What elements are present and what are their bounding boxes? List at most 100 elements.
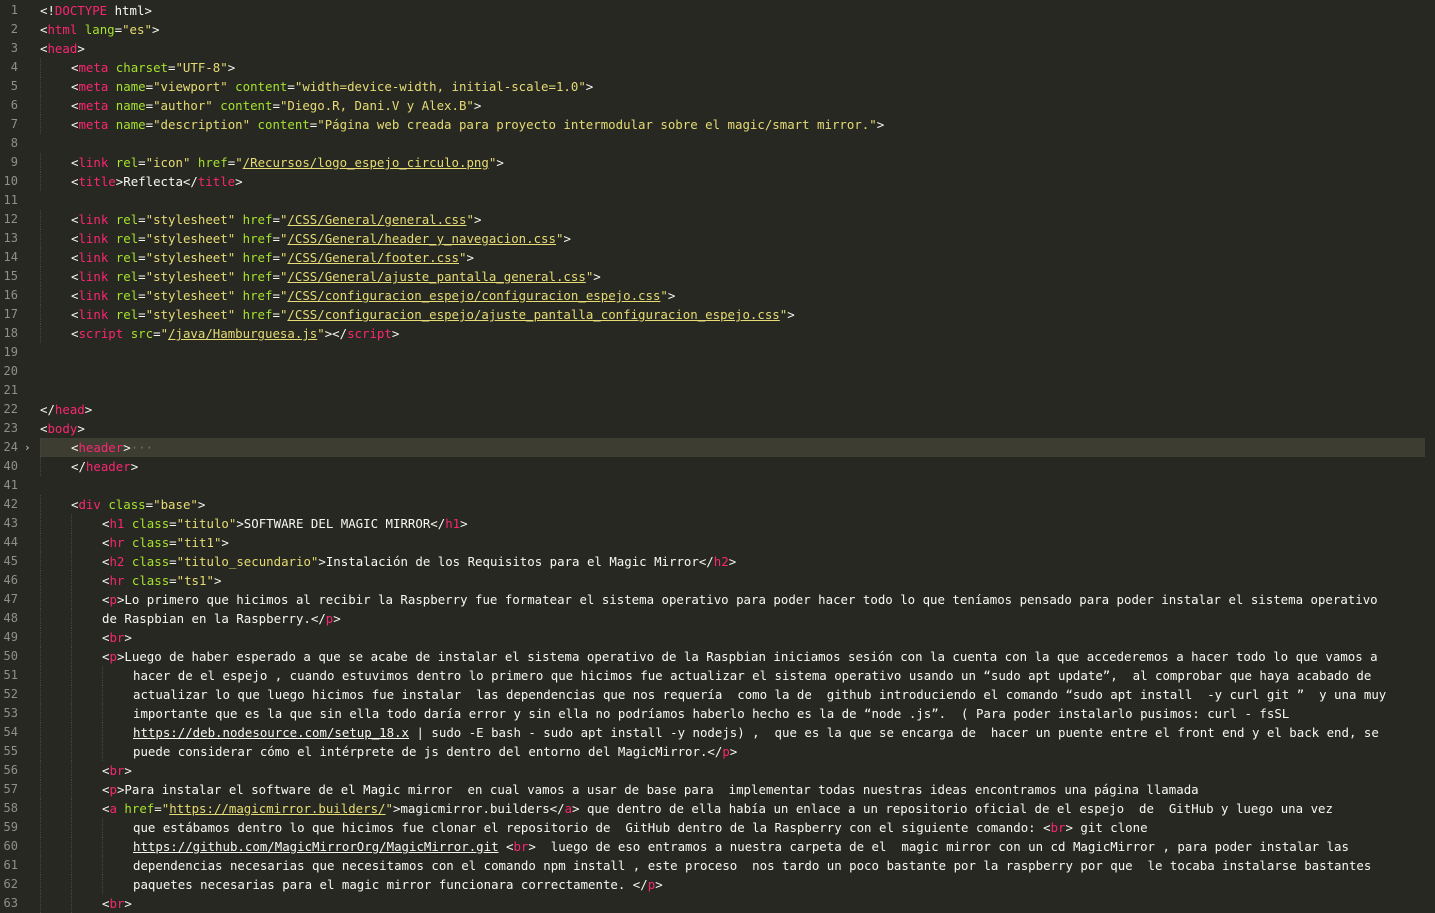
code-content[interactable]: <hr class="ts1">	[40, 571, 1425, 590]
code-content[interactable]: <title>Reflecta</title>	[40, 172, 1425, 191]
code-content[interactable]: <h2 class="titulo_secundario">Instalació…	[40, 552, 1425, 571]
code-line[interactable]: 57 <p>Para instalar el software de el Mag…	[0, 780, 1435, 799]
code-content[interactable]: puede considerar cómo el intérprete de j…	[40, 742, 1425, 761]
token-url[interactable]: /CSS/configuracion_espejo/configuracion_…	[287, 288, 660, 303]
code-line[interactable]: 23 <body>	[0, 419, 1435, 438]
code-content[interactable]: <p>Para instalar el software de el Magic…	[40, 780, 1425, 799]
code-content[interactable]: <br>	[40, 761, 1425, 780]
code-content[interactable]: https://deb.nodesource.com/setup_18.x | …	[40, 723, 1425, 742]
code-line[interactable]: 10 <title>Reflecta</title>	[0, 172, 1435, 191]
code-content[interactable]: <link rel="stylesheet" href="/CSS/Genera…	[40, 267, 1425, 286]
code-line[interactable]: 22 </head>	[0, 400, 1435, 419]
code-content[interactable]: de Raspbian en la Raspberry.</p>	[40, 609, 1425, 628]
code-line[interactable]: 41	[0, 476, 1435, 495]
code-line[interactable]: 40 </header>	[0, 457, 1435, 476]
code-content[interactable]: <link rel="stylesheet" href="/CSS/Genera…	[40, 210, 1425, 229]
code-content[interactable]	[40, 381, 1425, 400]
code-content[interactable]: <!DOCTYPE html>	[40, 1, 1425, 20]
code-line[interactable]: 5 <meta name="viewport" content="width=de…	[0, 77, 1435, 96]
code-content[interactable]: <meta charset="UTF-8">	[40, 58, 1425, 77]
token-url[interactable]: /Recursos/logo_espejo_circulo.png	[243, 155, 489, 170]
code-content[interactable]: https://github.com/MagicMirrorOrg/MagicM…	[40, 837, 1425, 856]
code-content[interactable]: <meta name="author" content="Diego.R, Da…	[40, 96, 1425, 115]
code-content[interactable]: que estábamos dentro lo que hicimos fue …	[40, 818, 1425, 837]
code-line[interactable]: 50 <p>Luego de haber esperado a que se ac…	[0, 647, 1435, 666]
token-ulink[interactable]: https://github.com/MagicMirrorOrg/MagicM…	[133, 839, 499, 854]
code-line[interactable]: 11	[0, 191, 1435, 210]
code-line[interactable]: 58 <a href="https://magicmirror.builders/…	[0, 799, 1435, 818]
token-url[interactable]: https://magicmirror.builders/	[169, 801, 385, 816]
code-content[interactable]: <hr class="tit1">	[40, 533, 1425, 552]
code-content[interactable]: <link rel="icon" href="/Recursos/logo_es…	[40, 153, 1425, 172]
code-line[interactable]: 62 paquetes necesarias para el magic mirr…	[0, 875, 1435, 894]
code-content[interactable]: <br>	[40, 628, 1425, 647]
code-content[interactable]: importante que es la que sin ella todo d…	[40, 704, 1425, 723]
code-line[interactable]: 12 <link rel="stylesheet" href="/CSS/Gene…	[0, 210, 1435, 229]
code-content[interactable]: <link rel="stylesheet" href="/CSS/Genera…	[40, 248, 1425, 267]
code-line[interactable]: 18 <script src="/java/Hamburguesa.js"></s…	[0, 324, 1435, 343]
code-line[interactable]: 17 <link rel="stylesheet" href="/CSS/conf…	[0, 305, 1435, 324]
token-url[interactable]: /CSS/General/footer.css	[287, 250, 459, 265]
code-content[interactable]: <header>···	[40, 438, 1425, 457]
token-url[interactable]: /CSS/configuracion_espejo/ajuste_pantall…	[287, 307, 779, 322]
token-url[interactable]: /CSS/General/header_y_navegacion.css	[287, 231, 556, 246]
fold-chevron-icon[interactable]: ›	[24, 438, 36, 457]
code-content[interactable]: paquetes necesarias para el magic mirror…	[40, 875, 1425, 894]
code-editor[interactable]: 1 <!DOCTYPE html> 2 <html lang="es"> 3 <head>…	[0, 0, 1435, 913]
code-line[interactable]: 55 puede considerar cómo el intérprete de…	[0, 742, 1435, 761]
token-url[interactable]: /CSS/General/ajuste_pantalla_general.css	[287, 269, 585, 284]
code-content[interactable]: <br>	[40, 894, 1425, 913]
code-line[interactable]: 13 <link rel="stylesheet" href="/CSS/Gene…	[0, 229, 1435, 248]
code-content[interactable]	[40, 362, 1425, 381]
code-content[interactable]	[40, 191, 1425, 210]
code-content[interactable]: <link rel="stylesheet" href="/CSS/config…	[40, 286, 1425, 305]
code-line[interactable]: 3 <head>	[0, 39, 1435, 58]
token-url[interactable]: /CSS/General/general.css	[287, 212, 466, 227]
code-content[interactable]: <link rel="stylesheet" href="/CSS/config…	[40, 305, 1425, 324]
code-content[interactable]: <html lang="es">	[40, 20, 1425, 39]
token-ulink[interactable]: https://deb.nodesource.com/setup_18.x	[133, 725, 409, 740]
code-line[interactable]: 43 <h1 class="titulo">SOFTWARE DEL MAGIC …	[0, 514, 1435, 533]
code-line[interactable]: 16 <link rel="stylesheet" href="/CSS/conf…	[0, 286, 1435, 305]
code-line[interactable]: 21	[0, 381, 1435, 400]
code-content[interactable]: actualizar lo que luego hicimos fue inst…	[40, 685, 1425, 704]
code-line[interactable]: 24 › <header>···	[0, 438, 1435, 457]
code-line[interactable]: 44 <hr class="tit1">	[0, 533, 1435, 552]
code-content[interactable]: </header>	[40, 457, 1425, 476]
code-line[interactable]: 46 <hr class="ts1">	[0, 571, 1435, 590]
code-line[interactable]: 54 https://deb.nodesource.com/setup_18.x …	[0, 723, 1435, 742]
code-content[interactable]: <body>	[40, 419, 1425, 438]
code-content[interactable]: <h1 class="titulo">SOFTWARE DEL MAGIC MI…	[40, 514, 1425, 533]
code-content[interactable]: <head>	[40, 39, 1425, 58]
code-line[interactable]: 60 https://github.com/MagicMirrorOrg/Magi…	[0, 837, 1435, 856]
code-content[interactable]: <script src="/java/Hamburguesa.js"></scr…	[40, 324, 1425, 343]
code-content[interactable]: <div class="base">	[40, 495, 1425, 514]
code-line[interactable]: 45 <h2 class="titulo_secundario">Instalac…	[0, 552, 1435, 571]
code-line[interactable]: 56 <br>	[0, 761, 1435, 780]
code-content[interactable]: <meta name="viewport" content="width=dev…	[40, 77, 1425, 96]
code-line[interactable]: 20	[0, 362, 1435, 381]
code-line[interactable]: 4 <meta charset="UTF-8">	[0, 58, 1435, 77]
code-content[interactable]	[40, 343, 1425, 362]
code-line[interactable]: 59 que estábamos dentro lo que hicimos fu…	[0, 818, 1435, 837]
code-line[interactable]: 52 actualizar lo que luego hicimos fue in…	[0, 685, 1435, 704]
code-line[interactable]: 48 de Raspbian en la Raspberry.</p>	[0, 609, 1435, 628]
code-line[interactable]: 2 <html lang="es">	[0, 20, 1435, 39]
code-line[interactable]: 51 hacer de el espejo , cuando estuvimos …	[0, 666, 1435, 685]
code-line[interactable]: 53 importante que es la que sin ella todo…	[0, 704, 1435, 723]
code-content[interactable]	[40, 476, 1425, 495]
code-line[interactable]: 7 <meta name="description" content="Págin…	[0, 115, 1435, 134]
code-line[interactable]: 19	[0, 343, 1435, 362]
code-line[interactable]: 42 <div class="base">	[0, 495, 1435, 514]
code-line[interactable]: 9 <link rel="icon" href="/Recursos/logo_e…	[0, 153, 1435, 172]
code-line[interactable]: 61 dependencias necesarias que necesitamo…	[0, 856, 1435, 875]
code-line[interactable]: 1 <!DOCTYPE html>	[0, 1, 1435, 20]
code-content[interactable]: <p>Luego de haber esperado a que se acab…	[40, 647, 1425, 666]
code-content[interactable]: <p>Lo primero que hicimos al recibir la …	[40, 590, 1425, 609]
code-content[interactable]	[40, 134, 1425, 153]
code-content[interactable]: dependencias necesarias que necesitamos …	[40, 856, 1425, 875]
code-line[interactable]: 63 <br>	[0, 894, 1435, 913]
code-line[interactable]: 15 <link rel="stylesheet" href="/CSS/Gene…	[0, 267, 1435, 286]
code-line[interactable]: 6 <meta name="author" content="Diego.R, D…	[0, 96, 1435, 115]
code-line[interactable]: 47 <p>Lo primero que hicimos al recibir l…	[0, 590, 1435, 609]
